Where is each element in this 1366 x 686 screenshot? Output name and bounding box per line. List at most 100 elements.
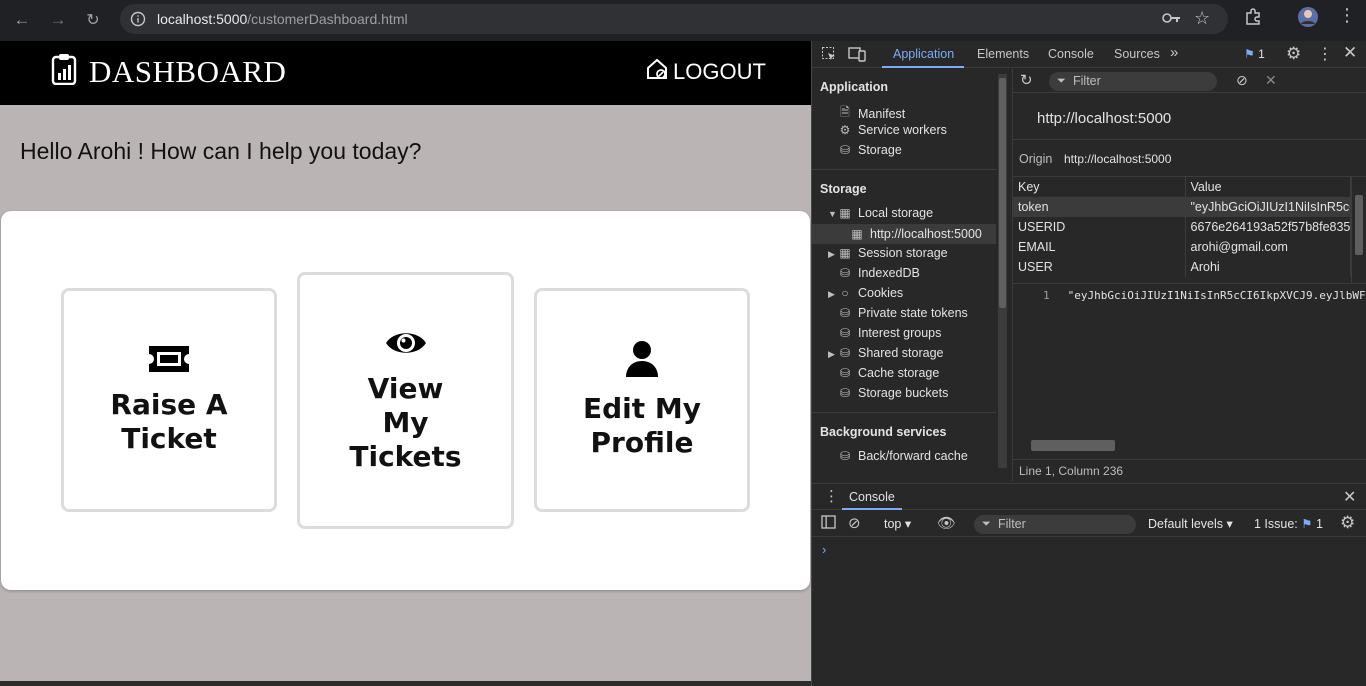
drawer-tab-console[interactable]: Console [849, 490, 895, 504]
sidebar-item-cookies[interactable]: ○ Cookies [838, 286, 903, 300]
table-row[interactable]: USER Arohi [1013, 257, 1351, 277]
brand: DASHBOARD [51, 53, 286, 90]
console-toolbar: ⊘ top ▾ 👁 ⏷ Filter Default levels ▾ 1 Is… [812, 511, 1366, 537]
sidebar-item-back-forward-cache[interactable]: ⛁ Back/forward cache [838, 449, 968, 463]
reload-icon[interactable]: ↻ [80, 7, 106, 33]
sidebar-item-manifest[interactable]: 🗎 Manifest [838, 103, 905, 124]
devtools-panel: Application Elements Console Sources » ⚑… [811, 41, 1366, 686]
device-toggle-icon[interactable] [848, 46, 866, 65]
line-number: 1 [1043, 289, 1050, 302]
collapsed-arrow-icon[interactable]: ▶ [828, 349, 835, 360]
view-tickets-line-2: My [382, 405, 429, 439]
tab-elements[interactable]: Elements [977, 47, 1029, 61]
database-icon: ⛁ [839, 306, 851, 320]
issues-counter[interactable]: 1 Issue: ⚑ 1 [1254, 516, 1323, 531]
tab-console[interactable]: Console [1048, 47, 1094, 61]
sidebar-item-storage-buckets[interactable]: ⛁ Storage buckets [838, 386, 948, 400]
close-devtools-icon[interactable]: ✕ [1343, 43, 1357, 63]
site-info-icon[interactable] [130, 11, 146, 31]
back-icon[interactable]: ← [9, 7, 35, 33]
table-cell-value[interactable]: "eyJhbGciOiJIUzI1NiIsInR5cC... [1185, 197, 1351, 217]
clipboard-chart-icon [51, 53, 77, 90]
sidebar-item-indexeddb[interactable]: ⛁ IndexedDB [838, 266, 920, 280]
live-expression-eye-icon[interactable]: 👁 [937, 514, 956, 532]
raise-ticket-card[interactable]: Raise A Ticket [61, 288, 277, 512]
clear-console-icon[interactable]: ⊘ [848, 514, 861, 532]
more-tabs-icon[interactable]: » [1170, 44, 1178, 61]
expanded-arrow-icon[interactable]: ▼ [828, 209, 837, 219]
bookmark-star-icon[interactable]: ☆ [1194, 8, 1210, 29]
scrollbar-thumb[interactable] [999, 78, 1006, 308]
password-key-icon[interactable] [1161, 10, 1181, 30]
console-sidebar-icon[interactable] [821, 515, 836, 532]
console-settings-gear-icon[interactable]: ⚙ [1340, 513, 1355, 533]
sidebar-item-interest-groups[interactable]: ⛁ Interest groups [838, 326, 941, 340]
sidebar-item-private-state-tokens[interactable]: ⛁ Private state tokens [838, 306, 968, 320]
database-icon: ⛁ [839, 366, 851, 380]
tab-application[interactable]: Application [893, 47, 954, 61]
devtools-menu-icon[interactable]: ⋮ [1317, 44, 1333, 64]
view-tickets-line-1: View [367, 371, 444, 405]
table-cell-value[interactable]: 6676e264193a52f57b8fe835 [1185, 217, 1351, 237]
forward-icon[interactable]: → [45, 7, 71, 33]
drawer-menu-icon[interactable]: ⋮ [824, 487, 839, 505]
sidebar-item-storage[interactable]: ⛁ Storage [838, 143, 902, 157]
delete-selected-icon[interactable]: ✕ [1265, 72, 1277, 89]
edit-profile-card[interactable]: Edit My Profile [534, 288, 750, 512]
address-bar[interactable]: localhost:5000/customerDashboard.html ☆ [120, 4, 1228, 34]
inspect-element-icon[interactable] [821, 46, 837, 65]
refresh-icon[interactable]: ↻ [1020, 71, 1033, 89]
database-icon: ⛁ [839, 266, 851, 280]
context-selector[interactable]: top ▾ [884, 516, 911, 531]
storage-filter-input[interactable]: ⏷ Filter [1049, 72, 1217, 91]
table-cell-key[interactable]: EMAIL [1013, 237, 1186, 257]
home-logout-icon [645, 57, 669, 87]
column-header-key[interactable]: Key [1013, 177, 1186, 198]
table-cell-key[interactable]: USERID [1013, 217, 1186, 237]
sidebar-scrollbar[interactable] [998, 74, 1007, 468]
value-preview-line: 1 "eyJhbGciOiJIUzI1NiIsInR5cCI6IkpXVCJ9.e… [1043, 289, 1366, 302]
sidebar-item-service-workers[interactable]: ⚙ Service workers [838, 123, 947, 137]
greeting-text: Hello Arohi ! How can I help you today? [20, 138, 422, 164]
profile-avatar[interactable] [1297, 6, 1319, 33]
table-cell-key[interactable]: USER [1013, 257, 1186, 277]
collapsed-arrow-icon[interactable]: ▶ [828, 249, 835, 260]
log-levels-dropdown[interactable]: Default levels ▾ [1148, 516, 1233, 531]
extensions-icon[interactable] [1244, 8, 1262, 31]
sidebar-item-shared-storage[interactable]: ⛁ Shared storage [838, 346, 944, 360]
application-sidebar: Application 🗎 Manifest ⚙ Service workers ⛁… [812, 69, 996, 479]
console-prompt[interactable]: › [822, 542, 826, 557]
tab-sources[interactable]: Sources [1114, 47, 1160, 61]
sidebar-item-session-storage[interactable]: ▦ Session storage [838, 246, 947, 260]
close-drawer-icon[interactable]: ✕ [1343, 487, 1356, 507]
table-cell-key[interactable]: token [1013, 197, 1186, 217]
table-cell-value[interactable]: arohi@gmail.com [1185, 237, 1351, 257]
view-tickets-card[interactable]: View My Tickets [297, 272, 514, 529]
sidebar-item-cache-storage[interactable]: ⛁ Cache storage [838, 366, 939, 380]
table-row[interactable]: EMAIL arohi@gmail.com [1013, 237, 1351, 257]
view-tickets-line-3: Tickets [349, 439, 462, 473]
more-menu-icon[interactable]: ⋮ [1338, 5, 1356, 26]
console-filter-input[interactable]: ⏷ Filter [974, 515, 1136, 534]
database-icon: ⛁ [839, 326, 851, 340]
issues-indicator[interactable]: ⚑ 1 [1244, 47, 1265, 61]
table-scrollbar[interactable] [1351, 177, 1365, 283]
logout-button[interactable]: LOGOUT [645, 57, 766, 87]
value-preview-scrollbar[interactable] [1017, 439, 1365, 451]
table-row[interactable]: token "eyJhbGciOiJIUzI1NiIsInR5cC... [1013, 197, 1351, 217]
collapsed-arrow-icon[interactable]: ▶ [828, 289, 835, 300]
sidebar-header-storage: Storage [820, 182, 867, 196]
settings-gear-icon[interactable]: ⚙ [1286, 44, 1301, 64]
sidebar-divider [812, 412, 996, 413]
scrollbar-thumb[interactable] [1031, 440, 1115, 451]
table-cell-value[interactable]: Arohi [1185, 257, 1351, 277]
sidebar-item-local-storage-origin[interactable]: ▦ http://localhost:5000 [812, 224, 996, 244]
browser-toolbar: ← → ↻ localhost:5000/customerDashboard.h… [0, 0, 1366, 41]
column-header-value[interactable]: Value [1185, 177, 1351, 198]
table-row[interactable]: USERID 6676e264193a52f57b8fe835 [1013, 217, 1351, 237]
scrollbar-thumb[interactable] [1355, 195, 1363, 255]
clear-all-icon[interactable]: ⊘ [1236, 72, 1248, 89]
sidebar-item-local-storage[interactable]: ▦ Local storage [838, 206, 933, 220]
table-icon: ▦ [851, 227, 863, 241]
storage-view: ↻ ⏷ Filter ⊘ ✕ http://localhost:5000 Ori… [1012, 69, 1366, 481]
